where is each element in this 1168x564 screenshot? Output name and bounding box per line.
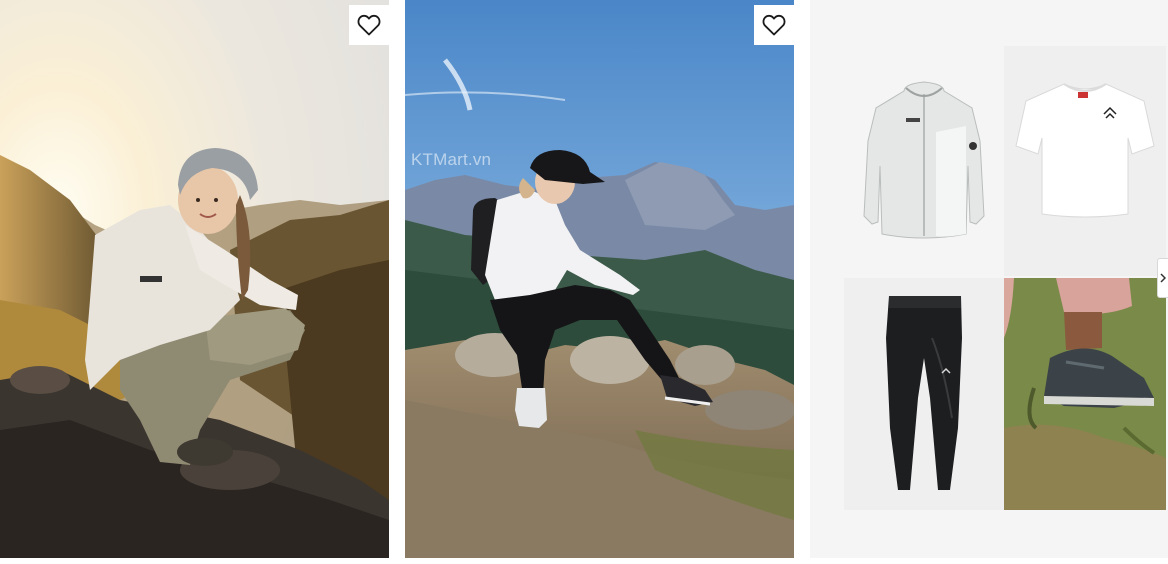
outfit-item-tshirt[interactable] [1004, 46, 1166, 276]
hiking-photo-woman-seated[interactable] [0, 0, 389, 558]
jacket-image [863, 81, 985, 239]
product-card-seated[interactable] [0, 0, 389, 558]
tshirt-image [1015, 83, 1155, 218]
favorite-button[interactable] [349, 5, 389, 45]
heart-outline-icon [357, 14, 381, 36]
watermark-text: KTMart.vn [411, 150, 492, 169]
heart-outline-icon [762, 14, 786, 36]
shoes-image [1004, 278, 1166, 510]
product-card-rocks[interactable]: KTMart.vn [405, 0, 794, 558]
outfit-item-leggings[interactable] [844, 278, 1004, 510]
outfit-item-jacket[interactable] [844, 46, 1004, 276]
hiking-photo-woman-on-rocks[interactable] [405, 0, 794, 558]
leggings-image [886, 296, 962, 490]
outfit-item-shoes[interactable] [1004, 278, 1166, 510]
chevron-right-icon [1160, 273, 1166, 283]
outfit-panel [810, 0, 1168, 558]
carousel-next-button[interactable] [1157, 258, 1168, 298]
favorite-button[interactable] [754, 5, 794, 45]
